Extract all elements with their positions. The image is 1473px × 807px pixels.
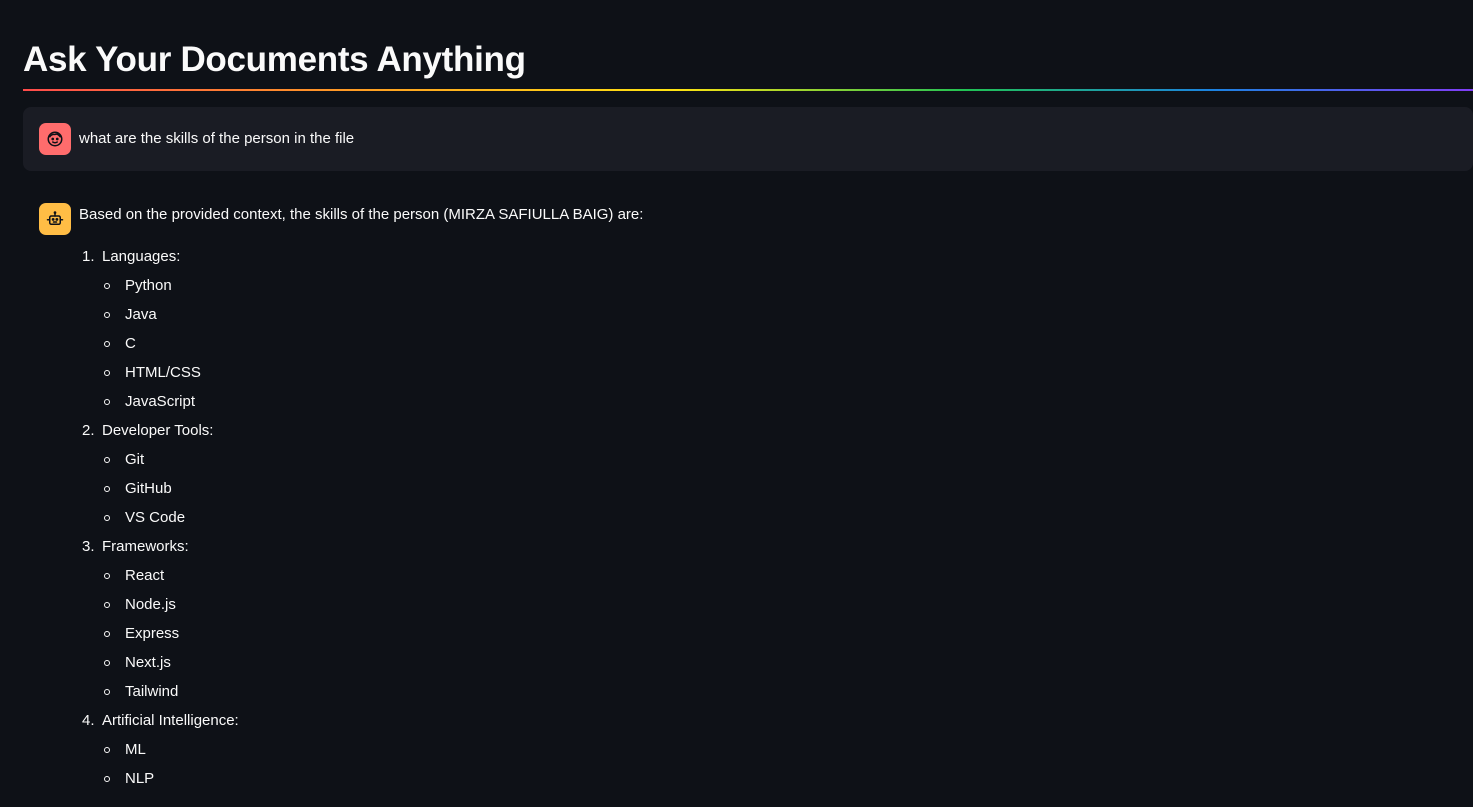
hollow-bullet-icon [104,457,110,463]
assistant-intro-text: Based on the provided context, the skill… [79,206,644,223]
hollow-bullet-icon [104,660,110,666]
hollow-bullet-icon [104,515,110,521]
skill-category: 2. Developer Tools: Git GitHub VS Code [79,421,239,537]
user-chat-message: what are the skills of the person in the… [23,107,1473,171]
hollow-bullet-icon [104,602,110,608]
skill-item: Tailwind [102,682,239,711]
category-number: 4. [82,712,95,729]
skill-items: Git GitHub VS Code [102,450,239,537]
skill-items: ML NLP [102,740,239,798]
hollow-bullet-icon [104,370,110,376]
hollow-bullet-icon [104,341,110,347]
skill-item: Python [102,276,239,305]
skill-item: Java [102,305,239,334]
user-message-text: what are the skills of the person in the… [79,130,355,147]
skill-item: React [102,566,239,595]
skill-category: 4. Artificial Intelligence: ML NLP [79,711,239,798]
skill-category: 3. Frameworks: React Node.js Express Nex… [79,537,239,711]
category-label: Artificial Intelligence: [102,712,239,729]
hollow-bullet-icon [104,776,110,782]
hollow-bullet-icon [104,631,110,637]
skill-item: C [102,334,239,363]
skill-item: ML [102,740,239,769]
page-title: Ask Your Documents Anything [23,40,526,79]
skill-item: JavaScript [102,392,239,421]
category-label: Frameworks: [102,538,189,555]
hollow-bullet-icon [104,399,110,405]
assistant-chat-message: Based on the provided context, the skill… [23,187,1473,807]
skill-item: NLP [102,769,239,798]
skill-item: Next.js [102,653,239,682]
skill-item: VS Code [102,508,239,537]
category-number: 1. [82,248,95,265]
category-label: Languages: [102,248,181,265]
smiling-face-icon [39,123,71,155]
skill-item: GitHub [102,479,239,508]
skill-item: Node.js [102,595,239,624]
category-number: 2. [82,422,95,439]
hollow-bullet-icon [104,283,110,289]
skill-items: React Node.js Express Next.js Tailwind [102,566,239,711]
main-container: Ask Your Documents Anything what are the… [23,0,1473,793]
category-number: 3. [82,538,95,555]
skills-list: 1. Languages: Python Java C HTML/CSS Jav… [79,247,239,798]
hollow-bullet-icon [104,312,110,318]
title-divider [23,89,1473,91]
skill-items: Python Java C HTML/CSS JavaScript [102,276,239,421]
hollow-bullet-icon [104,573,110,579]
category-label: Developer Tools: [102,422,214,439]
robot-icon [39,203,71,235]
hollow-bullet-icon [104,747,110,753]
skill-item: HTML/CSS [102,363,239,392]
hollow-bullet-icon [104,689,110,695]
skill-category: 1. Languages: Python Java C HTML/CSS Jav… [79,247,239,421]
skill-item: Express [102,624,239,653]
hollow-bullet-icon [104,486,110,492]
skill-item: Git [102,450,239,479]
